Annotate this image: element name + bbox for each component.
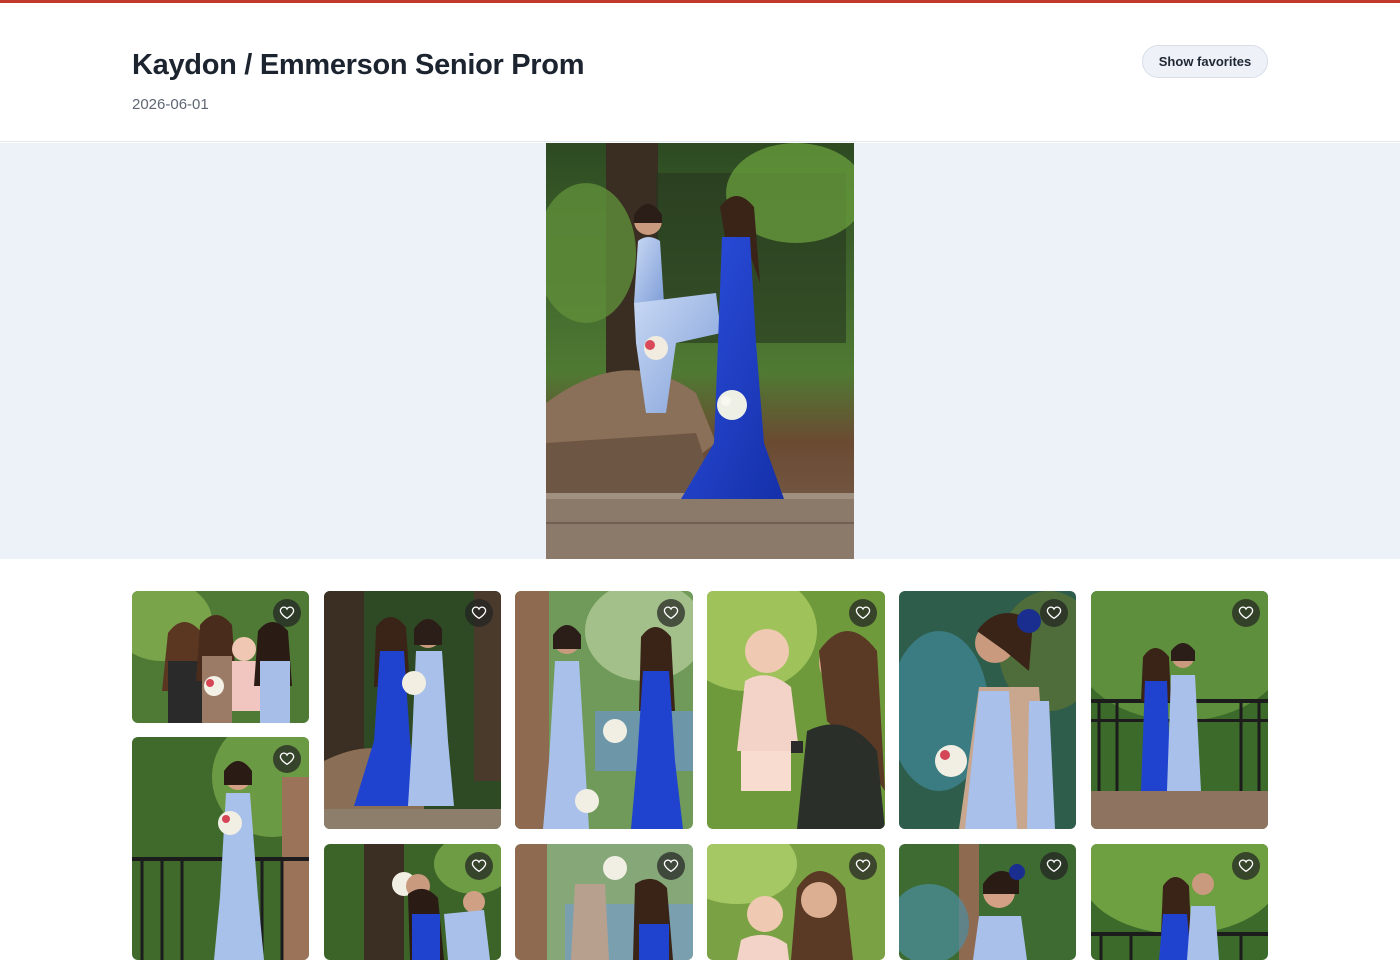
thumbnail-7[interactable] <box>132 737 309 960</box>
thumbnail-5[interactable] <box>899 591 1076 829</box>
thumbnail-3[interactable] <box>515 591 693 829</box>
thumbnail-3-art <box>515 591 693 829</box>
favorite-heart-icon[interactable] <box>465 852 493 880</box>
gallery-date: 2026-06-01 <box>132 96 209 113</box>
thumbnail-8[interactable] <box>324 844 501 960</box>
thumbnail-4-art <box>707 591 885 829</box>
thumbnail-10[interactable] <box>707 844 885 960</box>
favorite-heart-icon[interactable] <box>1232 852 1260 880</box>
thumbnail-2-art <box>324 591 501 829</box>
favorite-heart-icon[interactable] <box>1040 599 1068 627</box>
thumbnail-6-art <box>1091 591 1268 829</box>
favorite-heart-icon[interactable] <box>657 599 685 627</box>
thumbnail-1[interactable] <box>132 591 309 723</box>
favorite-heart-icon[interactable] <box>849 852 877 880</box>
gallery-header: Kaydon / Emmerson Senior Prom 2026-06-01… <box>0 3 1400 142</box>
favorite-heart-icon[interactable] <box>1040 852 1068 880</box>
hero-photo-art <box>546 143 854 559</box>
favorite-heart-icon[interactable] <box>273 745 301 773</box>
page-title: Kaydon / Emmerson Senior Prom <box>132 49 585 81</box>
favorite-heart-icon[interactable] <box>657 852 685 880</box>
thumbnail-4[interactable] <box>707 591 885 829</box>
thumbnail-grid <box>132 591 1268 960</box>
favorite-heart-icon[interactable] <box>1232 599 1260 627</box>
hero-photo[interactable] <box>546 143 854 559</box>
thumbnail-2[interactable] <box>324 591 501 829</box>
thumbnail-11[interactable] <box>899 844 1076 960</box>
favorite-heart-icon[interactable] <box>273 599 301 627</box>
favorite-heart-icon[interactable] <box>849 599 877 627</box>
thumbnail-9[interactable] <box>515 844 693 960</box>
show-favorites-button[interactable]: Show favorites <box>1142 45 1268 78</box>
thumbnail-12[interactable] <box>1091 844 1268 960</box>
thumbnail-5-art <box>899 591 1076 829</box>
thumbnail-6[interactable] <box>1091 591 1268 829</box>
hero-section <box>0 143 1400 559</box>
favorite-heart-icon[interactable] <box>465 599 493 627</box>
